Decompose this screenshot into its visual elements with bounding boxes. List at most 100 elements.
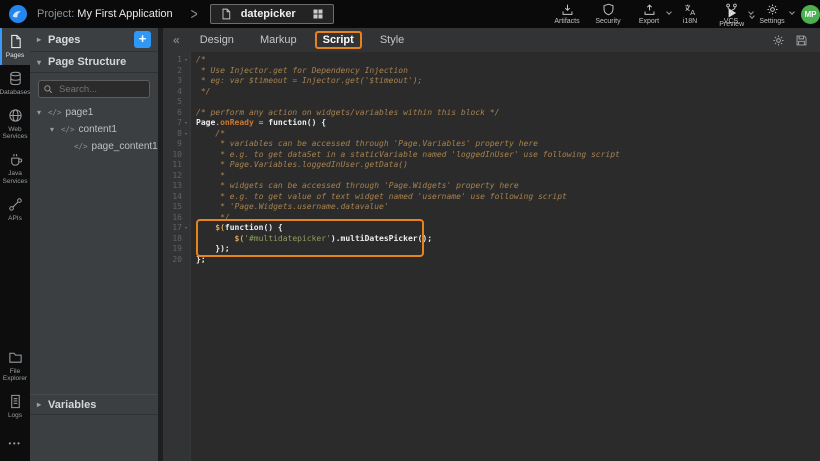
topbar-i18n-button[interactable]: Ai18N bbox=[675, 3, 705, 25]
wavemaker-logo-icon[interactable] bbox=[8, 4, 28, 24]
gutter-line[interactable]: 6 bbox=[163, 108, 190, 119]
page-tab-label: datepicker bbox=[241, 8, 303, 20]
sidebar-item-label: Logs bbox=[8, 412, 22, 420]
code-line[interactable]: */ bbox=[196, 87, 820, 98]
code-line[interactable]: * e.g. to get dataSet in a staticVariabl… bbox=[196, 150, 820, 161]
code-line[interactable] bbox=[196, 97, 820, 108]
sidebar-item-file-explorer[interactable]: File Explorer bbox=[0, 344, 30, 389]
fold-spacer bbox=[182, 255, 190, 266]
topbar-settings-button[interactable]: Settings bbox=[757, 3, 787, 25]
gutter-line[interactable]: 18 bbox=[163, 234, 190, 245]
gutter-line[interactable]: 20 bbox=[163, 255, 190, 266]
code-line[interactable]: * 'Page.Widgets.username.datavalue' bbox=[196, 202, 820, 213]
code-line[interactable]: /* bbox=[196, 55, 820, 66]
page-tab-datepicker[interactable]: datepicker bbox=[210, 4, 334, 24]
dropdown-chevron-icon[interactable] bbox=[666, 9, 672, 15]
sidebar-item-java-services[interactable]: Java Services bbox=[0, 146, 30, 191]
expand-arrow-icon[interactable]: ▾ bbox=[50, 125, 61, 134]
grid-icon[interactable] bbox=[312, 8, 324, 20]
code-line[interactable]: Page.onReady = function() { bbox=[196, 118, 820, 129]
gutter-line[interactable]: 3 bbox=[163, 76, 190, 87]
editor-settings-gear-icon[interactable] bbox=[772, 34, 785, 47]
tree-node-content1[interactable]: ▾</>content1 bbox=[30, 121, 158, 138]
code-line[interactable]: /* bbox=[196, 129, 820, 140]
code-line[interactable]: * variables can be accessed through 'Pag… bbox=[196, 139, 820, 150]
gutter-line[interactable]: 14 bbox=[163, 192, 190, 203]
code-line[interactable]: * eg: var $timeout = Injector.get('$time… bbox=[196, 76, 820, 87]
search-input[interactable] bbox=[38, 80, 150, 98]
page-file-icon bbox=[220, 8, 232, 20]
gutter-line[interactable]: 16 bbox=[163, 213, 190, 224]
tree-node-page-content1[interactable]: </>page_content1 bbox=[30, 138, 158, 155]
sidebar-item-logs[interactable]: Logs bbox=[0, 388, 30, 425]
gutter-line[interactable]: 17- bbox=[163, 223, 190, 234]
gutter-line[interactable]: 1- bbox=[163, 55, 190, 66]
code-line[interactable]: * Page.Variables.loggedInUser.getData() bbox=[196, 160, 820, 171]
topbar-export-button[interactable]: Export bbox=[634, 3, 664, 25]
tree-node-page1[interactable]: ▾</>page1 bbox=[30, 104, 158, 121]
topbar-artifacts-button[interactable]: Artifacts bbox=[552, 3, 582, 25]
gutter-line[interactable]: 8- bbox=[163, 129, 190, 140]
code-editor-body[interactable]: 1-234567-8-91011121314151617-181920 /* *… bbox=[163, 52, 820, 461]
gutter-line[interactable]: 10 bbox=[163, 150, 190, 161]
gutter-line[interactable]: 12 bbox=[163, 171, 190, 182]
code-line[interactable]: * e.g. to get value of text widget named… bbox=[196, 192, 820, 203]
code-line[interactable]: }); bbox=[196, 244, 820, 255]
fold-spacer bbox=[182, 76, 190, 87]
top-toolbar: Project:My First Application > datepicke… bbox=[0, 0, 820, 28]
widget-code-icon: </> bbox=[74, 142, 88, 151]
editor-tab-markup[interactable]: Markup bbox=[252, 31, 305, 49]
collapse-arrow-icon[interactable]: ▸ bbox=[37, 400, 48, 409]
collapse-arrow-icon[interactable]: ▸ bbox=[37, 35, 48, 44]
icon-rail-top-group: PagesDatabasesWeb ServicesJava ServicesA… bbox=[0, 28, 30, 228]
editor-tab-script[interactable]: Script bbox=[315, 31, 362, 49]
topbar-vcs-button[interactable]: VCS bbox=[716, 3, 746, 25]
gutter-line[interactable]: 7- bbox=[163, 118, 190, 129]
user-avatar[interactable]: MP bbox=[801, 5, 820, 24]
gutter-line[interactable]: 15 bbox=[163, 202, 190, 213]
code-line[interactable]: /* perform any action on widgets/variabl… bbox=[196, 108, 820, 119]
fold-marker-icon[interactable]: - bbox=[182, 118, 190, 129]
code-line[interactable]: $(function() { bbox=[196, 223, 820, 234]
script-editor: « Design Markup Script Style 1-234567-8-910… bbox=[163, 28, 820, 461]
project-name: My First Application bbox=[77, 8, 172, 20]
editor-tab-style[interactable]: Style bbox=[372, 31, 412, 49]
sidebar-item-databases[interactable]: Databases bbox=[0, 65, 30, 102]
code-line[interactable]: * widgets can be accessed through 'Page.… bbox=[196, 181, 820, 192]
gutter-line[interactable]: 4 bbox=[163, 87, 190, 98]
pages-icon bbox=[8, 34, 23, 49]
code-line[interactable]: */ bbox=[196, 213, 820, 224]
toolbar-item-label: Settings bbox=[759, 18, 784, 25]
gutter-line[interactable]: 2 bbox=[163, 66, 190, 77]
sidebar-item-pages[interactable]: Pages bbox=[0, 28, 30, 65]
expand-arrow-icon[interactable]: ▾ bbox=[37, 108, 48, 117]
editor-tab-design[interactable]: Design bbox=[192, 31, 242, 49]
sidebar-item-web-services[interactable]: Web Services bbox=[0, 102, 30, 147]
code-line[interactable]: $('#multidatepicker').multiDatesPicker()… bbox=[196, 234, 820, 245]
dropdown-chevron-icon[interactable] bbox=[789, 9, 795, 15]
fold-spacer bbox=[182, 181, 190, 192]
fold-marker-icon[interactable]: - bbox=[182, 55, 190, 66]
code-area[interactable]: /* * Use Injector.get for Dependency Inj… bbox=[191, 52, 820, 461]
collapse-panel-button[interactable]: « bbox=[173, 33, 180, 47]
variables-section-header[interactable]: ▸ Variables bbox=[30, 394, 158, 415]
sidebar-more-button[interactable]: ••• bbox=[0, 425, 30, 461]
save-icon[interactable] bbox=[795, 34, 808, 47]
expand-arrow-icon[interactable]: ▾ bbox=[37, 58, 48, 67]
fold-spacer bbox=[182, 87, 190, 98]
fold-marker-icon[interactable]: - bbox=[182, 129, 190, 140]
page-structure-header[interactable]: ▾ Page Structure bbox=[30, 52, 158, 73]
code-line[interactable]: }; bbox=[196, 255, 820, 266]
code-line[interactable]: * Use Injector.get for Dependency Inject… bbox=[196, 66, 820, 77]
gutter-line[interactable]: 19 bbox=[163, 244, 190, 255]
code-line[interactable]: * bbox=[196, 171, 820, 182]
gutter-line[interactable]: 13 bbox=[163, 181, 190, 192]
gutter-line[interactable]: 9 bbox=[163, 139, 190, 150]
sidebar-item-apis[interactable]: APIs bbox=[0, 191, 30, 228]
gutter-line[interactable]: 11 bbox=[163, 160, 190, 171]
gutter-line[interactable]: 5 bbox=[163, 97, 190, 108]
pages-panel-header[interactable]: ▸ Pages + bbox=[30, 28, 158, 52]
add-page-button[interactable]: + bbox=[134, 31, 151, 48]
fold-marker-icon[interactable]: - bbox=[182, 223, 190, 234]
topbar-security-button[interactable]: Security bbox=[593, 3, 623, 25]
